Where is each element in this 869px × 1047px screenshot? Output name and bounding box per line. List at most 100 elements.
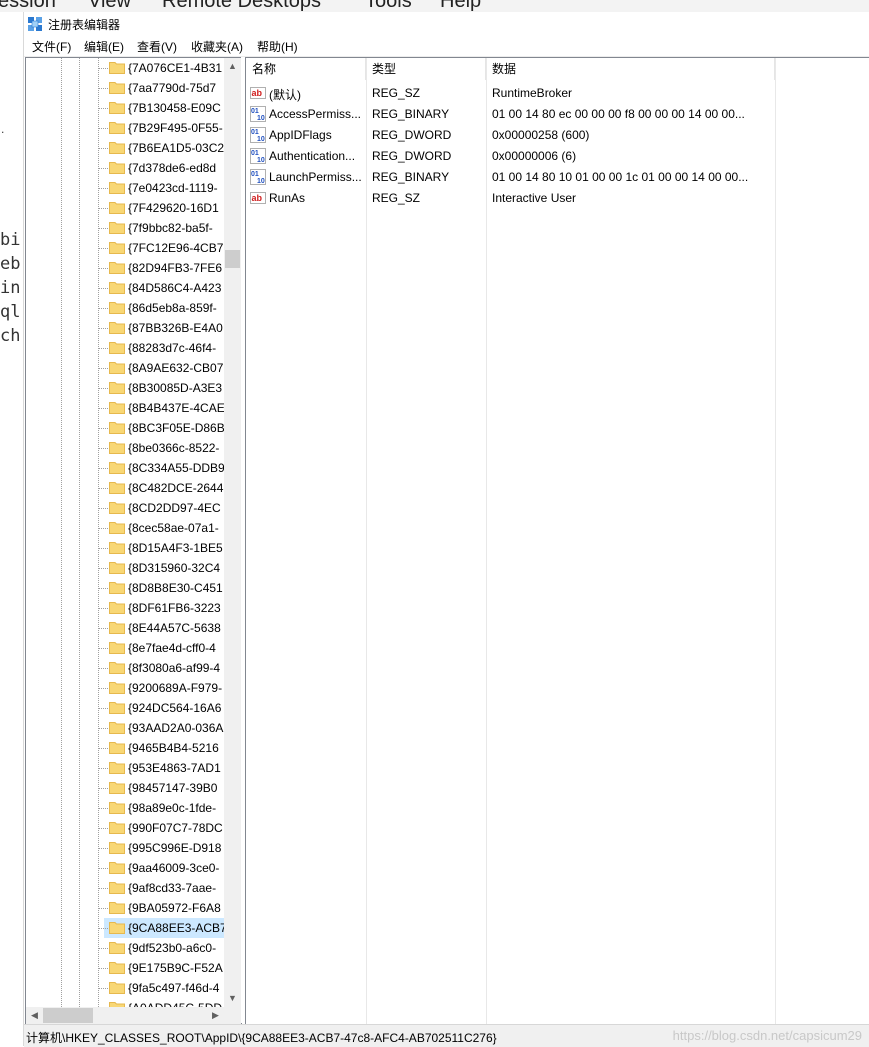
svg-text:10: 10 [257, 136, 265, 143]
tree-item[interactable]: {82D94FB3-7FE6 [26, 258, 224, 278]
value-row[interactable]: 01 10 AppIDFlags REG_DWORD 0x00000258 (600) [246, 124, 776, 145]
tree-item[interactable]: {8DF61FB6-3223 [26, 598, 224, 618]
folder-icon [109, 122, 125, 134]
value-row[interactable]: 01 10 AccessPermiss... REG_BINARY 01 00 14 8… [246, 103, 776, 124]
folder-icon [109, 862, 125, 874]
tree-item[interactable]: {7d378de6-ed8d [26, 158, 224, 178]
tree-item[interactable]: {7aa7790d-75d7 [26, 78, 224, 98]
scroll-down-arrow-icon[interactable]: ▼ [224, 990, 241, 1007]
tree-item[interactable]: {8B4B437E-4CAE [26, 398, 225, 418]
tree-item[interactable]: {8A9AE632-CB07 [26, 358, 224, 378]
tree-item[interactable]: {953E4863-7AD1 [26, 758, 224, 778]
tree-item[interactable]: {8E44A57C-5638 [26, 618, 224, 638]
tree-item[interactable]: {9200689A-F979- [26, 678, 224, 698]
tree-item[interactable]: {88283d7c-46f4- [26, 338, 224, 358]
tree-item[interactable]: {8CD2DD97-4EC [26, 498, 224, 518]
folder-icon [109, 502, 125, 514]
tree-item[interactable]: {98457147-39B0 [26, 778, 224, 798]
folder-icon [109, 402, 125, 414]
tree-item[interactable]: {8BC3F05E-D86B [26, 418, 225, 438]
tree-item[interactable]: {8B30085D-A3E3 [26, 378, 224, 398]
tree-item-label: {9df523b0-a6c0- [128, 941, 217, 955]
tree-item[interactable]: {9BA05972-F6A8 [26, 898, 224, 918]
tree-item-label: {8D315960-32C4 [128, 561, 221, 575]
tree-item[interactable]: {9aa46009-3ce0- [26, 858, 224, 878]
tree-item[interactable]: {87BB326B-E4A0 [26, 318, 224, 338]
tree-item-label: {8cec58ae-07a1- [128, 521, 219, 535]
folder-icon [109, 482, 125, 494]
tree-item[interactable]: {990F07C7-78DC [26, 818, 224, 838]
tree-item[interactable]: {8C482DCE-2644 [26, 478, 224, 498]
tree-item-label: {8B4B437E-4CAE [128, 401, 225, 415]
tree-item[interactable]: {8be0366c-8522- [26, 438, 224, 458]
svg-text:10: 10 [257, 115, 265, 122]
tree-item[interactable]: {7B130458-E09C [26, 98, 224, 118]
menu-edit[interactable]: 编辑(E) [84, 38, 124, 55]
column-header-data[interactable]: 数据 [486, 58, 775, 80]
tree-item-label: {98a89e0c-1fde- [128, 801, 217, 815]
tree-item[interactable]: {8e7fae4d-cff0-4 [26, 638, 224, 658]
tree-item-label: {7d378de6-ed8d [128, 161, 217, 175]
scroll-right-arrow-icon[interactable]: ▶ [207, 1007, 224, 1024]
tree-item[interactable]: {7F429620-16D1 [26, 198, 224, 218]
tree-item-label: {84D586C4-A423 [128, 281, 222, 295]
tree-item[interactable]: {924DC564-16A6 [26, 698, 224, 718]
folder-icon [109, 262, 125, 274]
menu-view[interactable]: 查看(V) [137, 38, 177, 55]
tree-horizontal-scrollbar[interactable]: ◀ ▶ [26, 1007, 224, 1024]
tree-item[interactable]: {7FC12E96-4CB7 [26, 238, 224, 258]
value-row[interactable]: ab RunAs REG_SZ Interactive User [246, 187, 776, 208]
folder-icon [109, 582, 125, 594]
tree-item[interactable]: {995C996E-D918 [26, 838, 224, 858]
tree-item[interactable]: {9465B4B4-5216 [26, 738, 224, 758]
tree-item[interactable]: {7e0423cd-1119- [26, 178, 224, 198]
background-text-fragment: eb [0, 254, 21, 274]
tree-item[interactable]: {9df523b0-a6c0- [26, 938, 224, 958]
tree-item-label: {7B130458-E09C [128, 101, 221, 115]
value-name: RunAs [269, 191, 306, 205]
scroll-thumb[interactable] [225, 250, 240, 268]
folder-icon [109, 82, 125, 94]
tree-item[interactable]: {8f3080a6-af99-4 [26, 658, 224, 678]
tree-item[interactable]: {7B6EA1D5-03C2 [26, 138, 224, 158]
column-header-type[interactable]: 类型 [366, 58, 486, 80]
scroll-left-arrow-icon[interactable]: ◀ [26, 1007, 43, 1024]
tree-item[interactable]: {93AAD2A0-036A [26, 718, 224, 738]
tree-item[interactable]: {7B29F495-0F55- [26, 118, 224, 138]
values-pane[interactable]: 名称 类型 数据 ab (默认) REG_SZ RuntimeBroker 01 10 Ac… [245, 57, 869, 1025]
scroll-thumb[interactable] [43, 1008, 93, 1023]
tree-item[interactable]: {86d5eb8a-859f- [26, 298, 224, 318]
key-tree-pane[interactable]: {7A076CE1-4B31 {7aa7790d-75d7 {7B130458-E0… [25, 57, 242, 1025]
tree-item[interactable]: {9CA88EE3-ACB7 [98, 918, 227, 938]
menu-favorites[interactable]: 收藏夹(A) [191, 38, 243, 55]
tree-item-label: {8A9AE632-CB07 [128, 361, 224, 375]
value-name: LaunchPermiss... [269, 170, 362, 184]
value-row[interactable]: ab (默认) REG_SZ RuntimeBroker [246, 82, 776, 103]
tree-item[interactable]: {98a89e0c-1fde- [26, 798, 224, 818]
tree-item[interactable]: {8D8B8E30-C451 [26, 578, 224, 598]
menu-file[interactable]: 文件(F) [32, 38, 71, 55]
tree-item[interactable]: {9E175B9C-F52A [26, 958, 224, 978]
value-row[interactable]: 01 10 Authentication... REG_DWORD 0x00000006… [246, 145, 776, 166]
svg-text:01: 01 [251, 129, 259, 136]
scroll-up-arrow-icon[interactable]: ▲ [224, 58, 241, 75]
menu-help[interactable]: 帮助(H) [257, 38, 298, 55]
tree-item[interactable]: {7f9bbc82-ba5f- [26, 218, 224, 238]
tree-item[interactable]: {8D315960-32C4 [26, 558, 224, 578]
tree-item[interactable]: {8C334A55-DDB9 [26, 458, 225, 478]
tree-item[interactable]: {8cec58ae-07a1- [26, 518, 224, 538]
tree-item-label: {8D15A4F3-1BE5 [128, 541, 223, 555]
column-header-name[interactable]: 名称 [246, 58, 366, 80]
value-row[interactable]: 01 10 LaunchPermiss... REG_BINARY 01 00 14 8… [246, 166, 776, 187]
tree-item[interactable]: {9fa5c497-f46d-4 [26, 978, 224, 998]
tree-vertical-scrollbar[interactable]: ▲ ▼ [224, 58, 241, 1007]
value-type: REG_BINARY [372, 170, 450, 184]
tree-item[interactable]: {7A076CE1-4B31 [26, 58, 224, 78]
title-bar[interactable]: 注册表编辑器 [24, 12, 869, 34]
folder-icon [109, 762, 125, 774]
watermark: https://blog.csdn.net/capsicum29 [672, 1028, 862, 1043]
tree-item[interactable]: {8D15A4F3-1BE5 [26, 538, 224, 558]
tree-item[interactable]: {9af8cd33-7aae- [26, 878, 224, 898]
tree-item[interactable]: {84D586C4-A423 [26, 278, 224, 298]
tree-item-label: {7aa7790d-75d7 [128, 81, 217, 95]
